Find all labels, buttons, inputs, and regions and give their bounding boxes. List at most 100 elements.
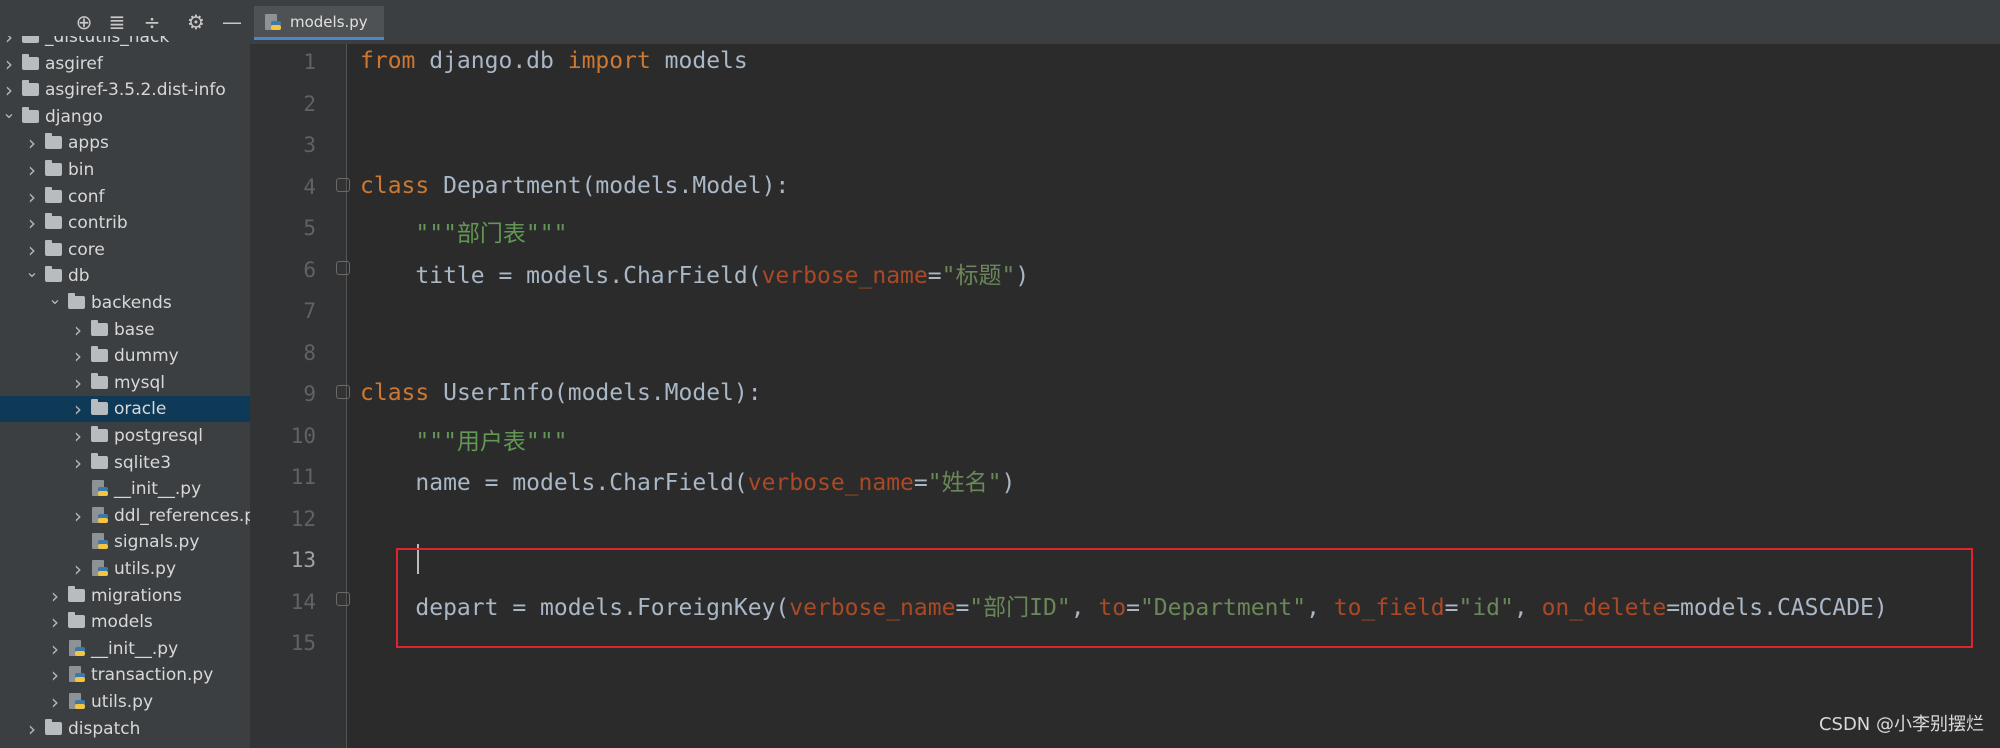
chevron-right-icon[interactable]: ›	[71, 503, 85, 529]
chevron-right-icon[interactable]: ›	[71, 396, 85, 422]
tree-folder-item[interactable]: › oracle	[0, 396, 250, 423]
code-token: UserInfo(models.Model):	[429, 380, 762, 406]
chevron-down-icon[interactable]: ⌄	[48, 290, 62, 316]
project-tree: › _distutils_hack › asgiref › asgiref-3.5.2.d…	[0, 36, 250, 748]
crosshair-icon[interactable]: ⊕	[72, 10, 96, 34]
chevron-down-icon[interactable]: ⌄	[25, 263, 39, 289]
tree-folder-item[interactable]: › bin	[0, 157, 250, 183]
code-line[interactable]: title = models.CharField(verbose_name="标…	[360, 256, 1029, 290]
tree-item-label: backends	[91, 293, 172, 313]
folder-icon	[91, 399, 108, 416]
chevron-right-icon[interactable]: ›	[25, 130, 39, 156]
code-token: )	[1015, 262, 1030, 289]
tree-folder-item[interactable]: › core	[0, 237, 250, 263]
tree-folder-item[interactable]: › contrib	[0, 210, 250, 236]
tree-item-label: __init__.py	[91, 638, 179, 659]
code-line[interactable]: class Department(models.Model):	[360, 173, 789, 199]
chevron-right-icon[interactable]: ›	[71, 343, 85, 369]
tree-folder-item[interactable]: › base	[0, 317, 250, 343]
code-line[interactable]: from django.db import models	[360, 48, 748, 74]
tree-file-item[interactable]: signals.py	[0, 529, 250, 555]
chevron-right-icon[interactable]: ›	[25, 237, 39, 263]
folder-icon	[45, 133, 62, 150]
tree-item-label: sqlite3	[114, 452, 172, 473]
fold-marker-icon[interactable]	[336, 385, 350, 399]
folder-icon	[45, 160, 62, 176]
chevron-right-icon[interactable]: ›	[48, 609, 62, 635]
code-token: django.db	[415, 48, 568, 74]
expand-all-icon[interactable]: ≣	[105, 10, 129, 34]
folder-icon	[45, 213, 62, 230]
tree-folder-item[interactable]: › postgresql	[0, 423, 250, 449]
tree-folder-item[interactable]: › mysql	[0, 370, 250, 396]
tree-folder-item[interactable]: ⌄ backends	[0, 290, 250, 316]
fold-marker-icon[interactable]	[336, 178, 350, 192]
chevron-right-icon[interactable]: ›	[2, 36, 16, 50]
tree-file-item[interactable]: › utils.py	[0, 689, 250, 715]
line-number: 15	[290, 631, 316, 655]
tree-folder-item[interactable]: › asgiref-3.5.2.dist-info	[0, 77, 250, 103]
fold-marker-icon[interactable]	[336, 261, 350, 275]
tree-file-item[interactable]: › transaction.py	[0, 662, 250, 688]
folder-icon	[91, 452, 108, 469]
chevron-right-icon[interactable]: ›	[25, 184, 39, 210]
python-file-icon	[68, 665, 86, 685]
tree-folder-item[interactable]: › asgiref	[0, 51, 250, 77]
chevron-right-icon[interactable]: ›	[71, 370, 85, 396]
tree-folder-item[interactable]: › dummy	[0, 343, 250, 369]
fold-marker-icon[interactable]	[336, 592, 350, 606]
gear-icon[interactable]: ⚙	[184, 10, 208, 34]
python-file-icon	[265, 14, 281, 30]
code-line[interactable]: name = models.CharField(verbose_name="姓名…	[360, 463, 1015, 497]
tree-folder-item[interactable]: › _distutils_hack	[0, 36, 250, 50]
chevron-right-icon[interactable]: ›	[25, 210, 39, 236]
folder-icon	[68, 293, 85, 309]
tree-folder-item[interactable]: › models	[0, 609, 250, 635]
minimize-icon[interactable]: —	[220, 10, 244, 34]
tree-file-item[interactable]: __init__.py	[0, 476, 250, 502]
chevron-right-icon[interactable]: ›	[2, 51, 16, 77]
tree-folder-item[interactable]: › dispatch	[0, 716, 250, 742]
code-line[interactable]: """用户表"""	[360, 422, 567, 456]
folder-icon	[68, 612, 85, 629]
chevron-right-icon[interactable]: ›	[48, 662, 62, 688]
tree-file-item[interactable]: › utils.py	[0, 556, 250, 582]
collapse-all-icon[interactable]: ÷	[140, 10, 164, 34]
chevron-right-icon[interactable]: ›	[71, 556, 85, 582]
chevron-down-icon[interactable]: ⌄	[2, 104, 16, 130]
code-token: "姓名"	[927, 470, 1002, 496]
line-number: 4	[303, 174, 316, 199]
line-number: 8	[303, 340, 316, 365]
python-file-icon	[91, 506, 109, 526]
tree-folder-item[interactable]: ⌄ db	[0, 263, 250, 289]
tree-folder-item[interactable]: › apps	[0, 130, 250, 156]
tree-file-item[interactable]: › ddl_references.py	[0, 503, 250, 529]
tree-folder-item[interactable]: ⌄ django	[0, 104, 250, 130]
tree-folder-item[interactable]: › sqlite3	[0, 450, 250, 476]
code-line[interactable]: """部门表"""	[360, 214, 567, 248]
chevron-right-icon[interactable]: ›	[25, 716, 39, 742]
line-number: 6	[303, 257, 316, 282]
folder-icon	[45, 186, 62, 203]
chevron-right-icon[interactable]: ›	[25, 157, 39, 183]
chevron-right-icon[interactable]: ›	[48, 636, 62, 662]
chevron-right-icon[interactable]: ›	[48, 689, 62, 715]
tab-models-py[interactable]: models.py	[254, 6, 384, 40]
tree-file-item[interactable]: › __init__.py	[0, 636, 250, 662]
line-number: 1	[303, 50, 316, 74]
chevron-right-icon[interactable]: ›	[71, 423, 85, 449]
tree-folder-item[interactable]: › migrations	[0, 583, 250, 609]
code-token: import	[567, 48, 651, 74]
line-number: 9	[303, 382, 316, 406]
tree-folder-item[interactable]: › conf	[0, 184, 250, 210]
chevron-right-icon[interactable]: ›	[2, 77, 16, 103]
chevron-right-icon[interactable]: ›	[48, 583, 62, 609]
chevron-right-icon[interactable]: ›	[71, 450, 85, 476]
code-token: """部门表"""	[415, 221, 568, 247]
python-file-icon	[91, 532, 109, 552]
folder-icon	[22, 36, 39, 43]
chevron-right-icon[interactable]: ›	[71, 317, 85, 343]
code-line[interactable]: class UserInfo(models.Model):	[360, 380, 762, 406]
